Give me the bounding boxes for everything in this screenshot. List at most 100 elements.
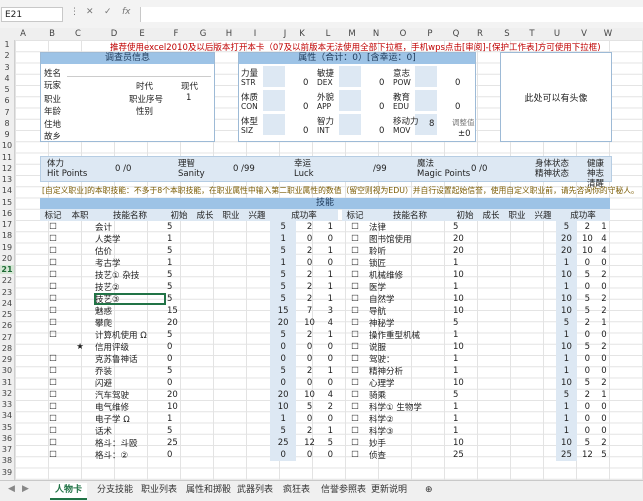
column-header-r[interactable]: R — [477, 28, 483, 40]
column-header-k[interactable]: K — [299, 28, 305, 40]
cancel-icon[interactable]: ✕ — [86, 7, 94, 17]
interest-points-cell[interactable] — [244, 341, 270, 353]
growth-cell[interactable] — [478, 413, 504, 425]
attr-input[interactable] — [339, 114, 361, 135]
occupation-points-cell[interactable] — [504, 317, 530, 329]
occupation-points-cell[interactable] — [504, 293, 530, 305]
skill-checkbox[interactable]: ☐ — [342, 293, 368, 305]
interest-points-cell[interactable] — [530, 233, 556, 245]
growth-cell[interactable] — [192, 425, 218, 437]
occupation-points-cell[interactable] — [218, 377, 244, 389]
column-header-q[interactable]: Q — [453, 28, 460, 40]
growth-cell[interactable] — [192, 305, 218, 317]
growth-cell[interactable] — [192, 377, 218, 389]
occupation-points-cell[interactable] — [218, 293, 244, 305]
interest-points-cell[interactable] — [244, 293, 270, 305]
column-header-p[interactable]: P — [427, 28, 432, 40]
growth-cell[interactable] — [478, 341, 504, 353]
row-header-13[interactable]: 13 — [0, 175, 14, 184]
growth-cell[interactable] — [192, 293, 218, 305]
growth-cell[interactable] — [192, 365, 218, 377]
column-header-j[interactable]: J — [284, 28, 287, 40]
occupation-points-cell[interactable] — [504, 233, 530, 245]
interest-points-cell[interactable] — [244, 377, 270, 389]
adjust-value[interactable]: ±0 — [458, 129, 471, 139]
column-header-s[interactable]: S — [504, 28, 509, 40]
row-header-25[interactable]: 25 — [0, 310, 14, 319]
row-header-12[interactable]: 12 — [0, 164, 14, 173]
column-header-w[interactable]: W — [604, 28, 612, 40]
occupation-points-cell[interactable] — [504, 401, 530, 413]
row-header-35[interactable]: 35 — [0, 423, 14, 432]
interest-points-cell[interactable] — [244, 305, 270, 317]
occupation-points-cell[interactable] — [218, 245, 244, 257]
occupation-points-cell[interactable] — [218, 305, 244, 317]
sheet-tab[interactable]: 武器列表 — [232, 483, 278, 498]
sheet-tab[interactable]: 人物卡 — [50, 483, 88, 500]
row-header-34[interactable]: 34 — [0, 411, 14, 420]
row-header-23[interactable]: 23 — [0, 288, 14, 297]
occupation-points-cell[interactable] — [218, 437, 244, 449]
skill-checkbox[interactable] — [40, 341, 66, 353]
row-header-29[interactable]: 29 — [0, 355, 14, 364]
interest-points-cell[interactable] — [530, 281, 556, 293]
sheet-tab[interactable]: 信誉参照表 — [316, 483, 371, 498]
occupation-points-cell[interactable] — [504, 425, 530, 437]
column-header-b[interactable]: B — [49, 28, 55, 40]
skill-checkbox[interactable]: ☐ — [342, 281, 368, 293]
row-header-37[interactable]: 37 — [0, 445, 14, 454]
interest-points-cell[interactable] — [244, 413, 270, 425]
interest-points-cell[interactable] — [530, 245, 556, 257]
occupation-points-cell[interactable] — [218, 353, 244, 365]
interest-points-cell[interactable] — [530, 413, 556, 425]
occupation-points-cell[interactable] — [218, 269, 244, 281]
column-header-v[interactable]: V — [581, 28, 587, 40]
interest-points-cell[interactable] — [530, 353, 556, 365]
row-header-6[interactable]: 6 — [0, 96, 14, 105]
row-header-38[interactable]: 38 — [0, 456, 14, 465]
skill-checkbox[interactable]: ☐ — [40, 245, 66, 257]
row-header-18[interactable]: 18 — [0, 231, 14, 240]
occupation-points-cell[interactable] — [504, 269, 530, 281]
occupation-points-cell[interactable] — [504, 365, 530, 377]
attr-input[interactable] — [415, 66, 437, 87]
row-header-1[interactable]: 1 — [0, 40, 14, 49]
growth-cell[interactable] — [478, 389, 504, 401]
interest-points-cell[interactable] — [244, 269, 270, 281]
sheet-tab[interactable]: 属性和掷骰 — [181, 483, 236, 498]
row-header-19[interactable]: 19 — [0, 243, 14, 252]
growth-cell[interactable] — [192, 269, 218, 281]
row-header-7[interactable]: 7 — [0, 108, 14, 117]
column-header-m[interactable]: M — [348, 28, 355, 40]
occupation-points-cell[interactable] — [504, 245, 530, 257]
occupation-points-cell[interactable] — [504, 413, 530, 425]
occupation-points-cell[interactable] — [218, 449, 244, 461]
attr-input[interactable] — [263, 90, 285, 111]
skill-checkbox[interactable]: ☐ — [342, 401, 368, 413]
growth-cell[interactable] — [478, 377, 504, 389]
growth-cell[interactable] — [192, 449, 218, 461]
occupation-points-cell[interactable] — [218, 341, 244, 353]
skill-checkbox[interactable]: ☐ — [40, 365, 66, 377]
formula-input[interactable] — [140, 7, 643, 22]
skill-checkbox[interactable]: ☐ — [342, 449, 368, 461]
skill-checkbox[interactable]: ☐ — [342, 329, 368, 341]
interest-points-cell[interactable] — [530, 425, 556, 437]
sheet-tab[interactable]: 疯狂表 — [278, 483, 315, 498]
interest-points-cell[interactable] — [244, 281, 270, 293]
growth-cell[interactable] — [478, 329, 504, 341]
sheet-tab[interactable]: 更新说明 — [366, 483, 412, 498]
column-header-l[interactable]: L — [326, 28, 331, 40]
sheet-tab[interactable]: 分支技能 — [92, 483, 138, 498]
era-value[interactable]: 现代 — [181, 80, 198, 92]
skill-checkbox[interactable]: ☐ — [342, 245, 368, 257]
skill-checkbox[interactable]: ☐ — [40, 413, 66, 425]
mp-value[interactable]: 0 /0 — [471, 164, 487, 174]
occupation-points-cell[interactable] — [504, 329, 530, 341]
skill-checkbox[interactable]: ☐ — [40, 401, 66, 413]
row-header-10[interactable]: 10 — [0, 141, 14, 150]
growth-cell[interactable] — [478, 317, 504, 329]
growth-cell[interactable] — [478, 293, 504, 305]
interest-points-cell[interactable] — [530, 221, 556, 233]
column-header-n[interactable]: N — [373, 28, 379, 40]
